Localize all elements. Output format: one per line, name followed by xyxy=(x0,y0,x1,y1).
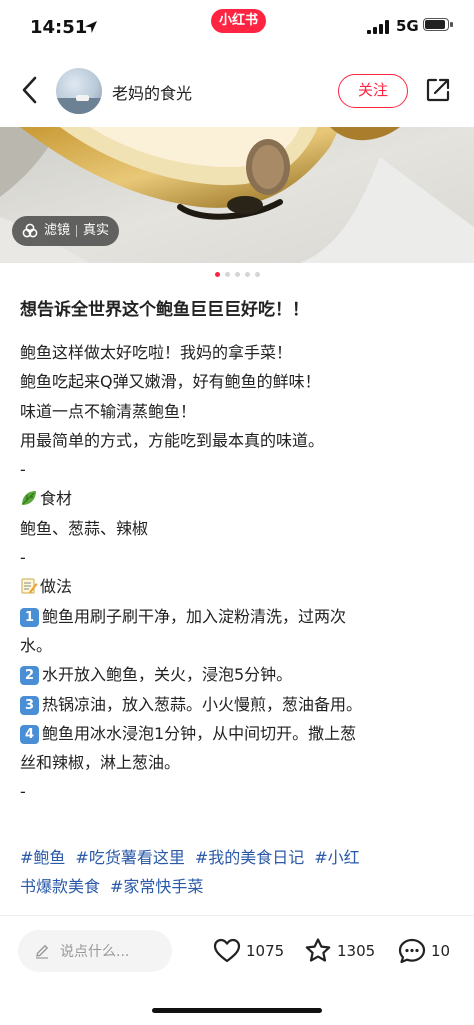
hashtag[interactable]: 书爆款美食 xyxy=(20,877,100,896)
heart-icon xyxy=(213,938,241,963)
image-pagination xyxy=(0,272,474,282)
filter-separator xyxy=(76,225,78,237)
step-text: 鲍鱼用冰水浸泡1分钟，从中间切开。撒上葱 xyxy=(42,723,357,743)
star-icon xyxy=(305,938,331,962)
filter-badge[interactable]: 滤镜 真实 xyxy=(12,216,120,246)
pagination-dot xyxy=(214,272,220,277)
comment-button[interactable]: 10 xyxy=(398,934,450,968)
hashtag-row: #鲍鱼 #吃货薯看这里 #我的美食日记 #小红 xyxy=(20,843,460,872)
pagination-dot xyxy=(244,272,250,277)
filter-label: 滤镜 xyxy=(44,223,71,238)
method-heading-text: 做法 xyxy=(40,577,73,597)
separator-dash: - xyxy=(20,460,26,480)
step-continuation: 丝和辣椒，淋上葱油。 xyxy=(20,753,181,773)
ingredients-heading: 食材 xyxy=(20,484,460,513)
hashtag[interactable]: #鲍鱼 xyxy=(20,848,65,867)
keycap-number-icon: 1 xyxy=(20,607,39,627)
hashtag-list: #鲍鱼 #吃货薯看这里 #我的美食日记 #小红 书爆款美食 #家常快手菜 xyxy=(20,843,460,902)
cellular-signal-icon xyxy=(367,20,389,34)
ingredients-heading-text: 食材 xyxy=(40,489,73,509)
hashtag[interactable]: #家常快手菜 xyxy=(110,877,203,896)
app-badge: 小红书 xyxy=(211,9,267,33)
home-indicator xyxy=(152,1008,322,1013)
battery-icon xyxy=(423,18,453,31)
leafy-green-icon xyxy=(22,491,36,506)
memo-icon xyxy=(21,578,38,594)
bottom-divider xyxy=(0,915,474,916)
step-line: 4 鲍鱼用冰水浸泡1分钟，从中间切开。撒上葱 xyxy=(20,719,460,748)
note-body: 鲍鱼这样做太好吃啦！我妈的拿手菜！ 鲍鱼吃起来Q弹又嫩滑，好有鲍鱼的鲜味！ 味道… xyxy=(20,338,460,807)
author-name[interactable]: 老妈的食光 xyxy=(112,80,192,104)
comment-count: 10 xyxy=(431,942,451,960)
keycap-number-icon: 3 xyxy=(20,695,39,715)
step-line: 2 水开放入鲍鱼，关火，浸泡5分钟。 xyxy=(20,660,460,689)
filter-icon xyxy=(22,223,38,238)
author-avatar[interactable] xyxy=(56,68,102,114)
status-bar: 14:51 小红书 5G xyxy=(0,0,474,58)
hashtag-row: 书爆款美食 #家常快手菜 xyxy=(20,872,460,901)
body-line: 鲍鱼吃起来Q弹又嫩滑，好有鲍鱼的鲜味！ xyxy=(20,372,321,392)
note-image[interactable]: 滤镜 真实 xyxy=(0,127,474,263)
step-line: 1 鲍鱼用刷子刷干净，加入淀粉清洗，过两次 xyxy=(20,602,460,631)
ingredients-list: 鲍鱼、葱蒜、辣椒 xyxy=(20,518,149,538)
follow-button[interactable]: 关注 xyxy=(338,74,408,108)
pen-icon xyxy=(36,945,48,959)
comment-input[interactable]: 说点什么... xyxy=(18,930,172,972)
comment-bubble-icon xyxy=(398,938,426,964)
separator-dash: - xyxy=(20,782,26,802)
hashtag[interactable]: #小红 xyxy=(314,848,359,867)
share-icon[interactable] xyxy=(425,77,451,103)
body-line: 用最简单的方式，方能吃到最本真的味道。 xyxy=(20,430,325,450)
comment-placeholder: 说点什么... xyxy=(60,944,130,960)
status-time: 14:51 xyxy=(30,17,88,38)
note-title: 想告诉全世界这个鲍鱼巨巨巨好吃！！ xyxy=(20,300,309,320)
back-icon[interactable] xyxy=(18,72,42,108)
pagination-dot xyxy=(224,272,230,277)
collect-button[interactable]: 1305 xyxy=(304,934,375,968)
like-count: 1075 xyxy=(246,942,285,960)
like-button[interactable]: 1075 xyxy=(213,934,284,968)
step-line: 3 热锅凉油，放入葱蒜。小火慢煎，葱油备用。 xyxy=(20,690,460,719)
keycap-number-icon: 4 xyxy=(20,724,39,744)
keycap-number-icon: 2 xyxy=(20,666,39,686)
network-type: 5G xyxy=(396,17,419,35)
note-header: 老妈的食光 关注 xyxy=(0,58,474,124)
filter-value: 真实 xyxy=(83,223,110,238)
separator-dash: - xyxy=(20,548,26,568)
collect-count: 1305 xyxy=(337,942,376,960)
body-line: 鲍鱼这样做太好吃啦！我妈的拿手菜！ xyxy=(20,343,293,362)
step-text: 热锅凉油，放入葱蒜。小火慢煎，葱油备用。 xyxy=(42,694,363,714)
step-continuation: 水。 xyxy=(20,635,53,655)
pagination-dot xyxy=(234,272,240,277)
body-line: 味道一点不输清蒸鲍鱼！ xyxy=(20,401,197,421)
hashtag[interactable]: #吃货薯看这里 xyxy=(75,848,184,867)
location-arrow-icon xyxy=(85,21,97,33)
step-text: 水开放入鲍鱼，关火，浸泡5分钟。 xyxy=(42,665,293,685)
hashtag[interactable]: #我的美食日记 xyxy=(195,848,304,867)
method-heading: 做法 xyxy=(20,572,460,601)
step-text: 鲍鱼用刷子刷干净，加入淀粉清洗，过两次 xyxy=(42,606,347,626)
pagination-dot xyxy=(254,272,260,277)
